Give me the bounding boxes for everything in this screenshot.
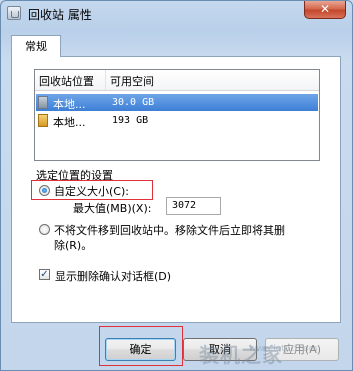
list-header: 回收站位置 可用空间 — [35, 70, 319, 91]
list-item-location: 本地... — [53, 98, 86, 111]
custom-size-radio[interactable] — [39, 185, 50, 196]
list-item-location: 本地... — [53, 116, 86, 129]
max-size-label: 最大值(MB)(X): — [73, 202, 152, 215]
folder-drive-icon — [38, 114, 48, 127]
confirm-delete-checkbox[interactable]: ✓ — [39, 269, 50, 280]
recycle-bin-icon — [7, 6, 21, 20]
no-recycle-radio[interactable] — [39, 224, 50, 235]
no-recycle-label-line1[interactable]: 不将文件移到回收站中。移除文件后立即将其删 — [54, 222, 285, 238]
watermark-url: www.lotpc.com — [249, 344, 318, 354]
column-header-location[interactable]: 回收站位置 — [39, 73, 94, 89]
no-recycle-label-line2[interactable]: 除(R)。 — [54, 237, 92, 253]
tab-general[interactable]: 常规 — [11, 35, 61, 57]
properties-window: 回收站 属性 ✕ 常规 回收站位置 可用空间 本地... 30.0 GB 本地.… — [0, 0, 353, 371]
drive-icon — [38, 96, 48, 109]
ok-button[interactable]: 确定 — [105, 338, 176, 361]
title-bar[interactable]: 回收站 属性 ✕ — [1, 1, 352, 27]
custom-size-label[interactable]: 自定义大小(C): — [54, 183, 129, 199]
confirm-delete-label[interactable]: 显示删除确认对话框(D) — [55, 268, 171, 284]
list-item-free-space: 30.0 GB — [112, 97, 155, 108]
close-button[interactable]: ✕ — [304, 1, 346, 19]
column-divider[interactable] — [105, 70, 106, 90]
list-item[interactable]: 本地... 193 GB — [36, 112, 318, 129]
column-header-free-space[interactable]: 可用空间 — [110, 73, 154, 89]
window-title: 回收站 属性 — [28, 8, 92, 22]
max-size-input[interactable]: 3072 — [166, 197, 221, 215]
list-item-free-space: 193 GB — [112, 115, 149, 126]
list-item[interactable]: 本地... 30.0 GB — [36, 94, 318, 111]
location-list[interactable]: 回收站位置 可用空间 本地... 30.0 GB 本地... 193 GB — [34, 69, 320, 161]
